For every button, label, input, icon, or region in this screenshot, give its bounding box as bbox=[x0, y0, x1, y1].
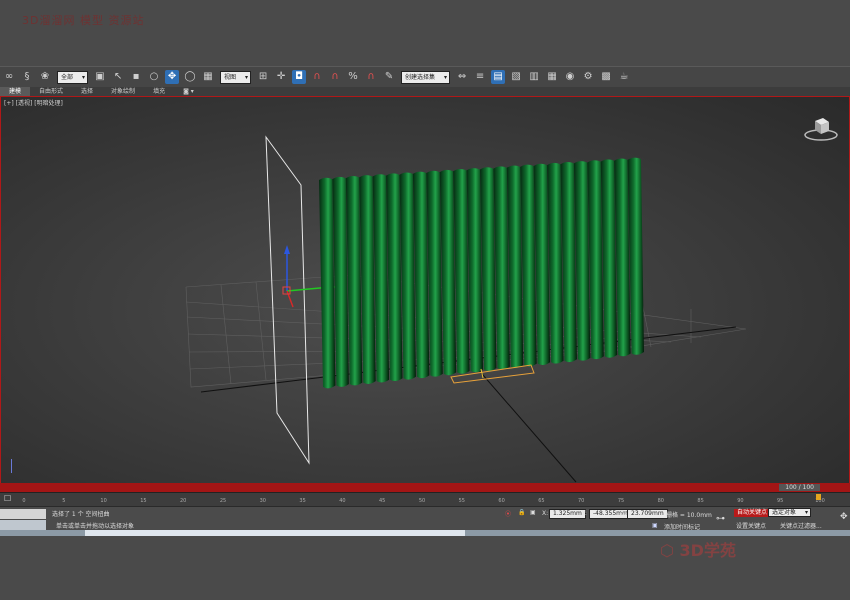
y-label: Y: bbox=[582, 510, 587, 517]
named-selection-dropdown[interactable]: 创建选择集 bbox=[401, 70, 451, 84]
timeline-tick-label: 10 bbox=[100, 498, 107, 504]
tab-object-paint[interactable]: 对象绘制 bbox=[102, 87, 144, 96]
material-editor-icon[interactable]: ◉ bbox=[563, 70, 577, 84]
percent-snap-icon[interactable]: % bbox=[346, 70, 360, 84]
timeline-tick-label: 80 bbox=[657, 498, 664, 504]
axis-tripod-icon bbox=[11, 459, 12, 473]
select-object-icon[interactable]: ▣ bbox=[93, 70, 107, 84]
auto-key-button[interactable]: 自动关键点 bbox=[734, 509, 771, 517]
timeline-tick-label: 15 bbox=[140, 498, 147, 504]
selected-objects-dropdown[interactable]: 选定对象 bbox=[768, 508, 812, 517]
link-icon[interactable]: ∞ bbox=[2, 70, 16, 84]
windows-taskbar bbox=[0, 530, 850, 536]
timeline-tick-label: 0 bbox=[22, 498, 26, 504]
timeline-tick-label: 20 bbox=[180, 498, 187, 504]
rect-region-icon[interactable]: ▪ bbox=[129, 70, 143, 84]
curtain-pleat[interactable] bbox=[319, 177, 336, 389]
navigation-icon[interactable]: ✥ bbox=[840, 512, 848, 522]
align-icon[interactable]: ≡ bbox=[473, 70, 487, 84]
timeline-tick-label: 5 bbox=[62, 498, 66, 504]
frame-counter[interactable]: 100 / 100 bbox=[779, 484, 820, 491]
selection-filter-dropdown[interactable]: 全部 bbox=[57, 70, 89, 84]
mirror-icon[interactable]: ⇔ bbox=[455, 70, 469, 84]
tab-freeform[interactable]: 自由形式 bbox=[30, 87, 72, 96]
watermark-logo: ⬡ 3D学苑 bbox=[660, 537, 736, 561]
ribbon-tabs: 建模 自由形式 选择 对象绘制 填充 ◙ ▾ bbox=[0, 87, 850, 96]
timeline-tick-label: 55 bbox=[458, 498, 465, 504]
spinner-snap-icon[interactable]: ∩ bbox=[364, 70, 378, 84]
pivot-icon[interactable]: ⊞ bbox=[256, 70, 270, 84]
render-setup-icon[interactable]: ⚙ bbox=[581, 70, 595, 84]
timeline-tick-label: 95 bbox=[777, 498, 784, 504]
selection-lock-icon[interactable]: 🔒 bbox=[518, 509, 525, 516]
timeline-tick-label: 25 bbox=[219, 498, 227, 504]
render-production-icon[interactable]: ☕ bbox=[617, 70, 631, 84]
unlink-icon[interactable]: § bbox=[20, 70, 34, 84]
status-message: 选择了 1 个 空间扭曲 bbox=[52, 511, 110, 518]
select-move-icon[interactable]: ✥ bbox=[165, 70, 180, 84]
timeline-tick-label: 30 bbox=[259, 498, 266, 504]
timeline-tick-label: 40 bbox=[339, 498, 346, 504]
angle-snap-icon[interactable]: ∩ bbox=[328, 70, 342, 84]
curtain-mesh[interactable] bbox=[319, 157, 644, 389]
bind-spacewarp-icon[interactable]: ❀ bbox=[38, 70, 52, 84]
wave-spacewarp-gizmo bbox=[265, 135, 310, 465]
timeline-tick-label: 90 bbox=[737, 498, 744, 504]
tab-populate[interactable]: 填充 bbox=[144, 87, 174, 96]
timeline-tick-label: 70 bbox=[578, 498, 585, 504]
graphite-toggle-icon[interactable]: ▧ bbox=[509, 70, 523, 84]
timeline-tick-label: 50 bbox=[418, 498, 426, 504]
status-bar: 选择了 1 个 空间扭曲 单击或单击并拖动以选择对象 ⦿ 🔒 ▣ X: 1.32… bbox=[0, 506, 850, 531]
layer-manager-icon[interactable]: ▤ bbox=[491, 70, 506, 84]
absolute-mode-icon[interactable]: ▣ bbox=[530, 509, 536, 516]
viewcube[interactable] bbox=[803, 113, 839, 145]
main-toolbar: ∞ § ❀ 全部 ▣ ↖ ▪ ○ ✥ ◯ ▦ 视图 ⊞ ✛ ◘ ∩ ∩ % ∩ … bbox=[0, 66, 850, 88]
taskbar-apps[interactable] bbox=[85, 530, 465, 536]
z-label: Z: bbox=[620, 510, 627, 517]
z-coordinate-field[interactable]: 23.709mm bbox=[627, 509, 668, 519]
isolate-selection-icon[interactable]: ⦿ bbox=[505, 509, 511, 518]
maxscript-listener[interactable] bbox=[0, 509, 46, 519]
watermark-logo-text: 3D学苑 bbox=[679, 541, 736, 560]
curve-editor-icon[interactable]: ▥ bbox=[527, 70, 541, 84]
keyboard-shortcut-icon[interactable]: ◘ bbox=[292, 70, 307, 84]
maxscript-mini-listener[interactable] bbox=[0, 520, 46, 530]
set-key-icon[interactable]: ⊶ bbox=[716, 514, 725, 524]
scene-canvas[interactable] bbox=[1, 97, 849, 483]
time-tag-icon[interactable]: ▣ bbox=[652, 522, 658, 529]
x-coordinate-field[interactable]: 1.325mm bbox=[549, 509, 586, 519]
ribbon-options-icon[interactable]: ◙ ▾ bbox=[174, 87, 203, 96]
timeline-tick-label: 45 bbox=[379, 498, 386, 504]
reference-coordinate-dropdown[interactable]: 视图 bbox=[220, 70, 252, 84]
tab-selection[interactable]: 选择 bbox=[72, 87, 102, 96]
timeline-tick-label: 35 bbox=[299, 498, 306, 504]
watermark-cube-icon: ⬡ bbox=[660, 541, 674, 560]
timeline-tick-label: 85 bbox=[697, 498, 704, 504]
set-key-button[interactable]: 设置关键点 bbox=[736, 521, 766, 530]
manipulate-icon[interactable]: ✛ bbox=[274, 70, 288, 84]
key-marker bbox=[816, 494, 821, 500]
select-by-name-icon[interactable]: ↖ bbox=[111, 70, 125, 84]
timeline-tick-label: 60 bbox=[498, 498, 505, 504]
perspective-viewport[interactable]: [+] [透视] [明暗处理] bbox=[0, 96, 850, 484]
timeline-tick-label: 65 bbox=[538, 498, 545, 504]
watermark-text: 3D溜溜网 模型 资源站 bbox=[22, 14, 145, 27]
schematic-view-icon[interactable]: ▦ bbox=[545, 70, 559, 84]
snap-toggle-icon[interactable]: ∩ bbox=[310, 70, 324, 84]
scale-icon[interactable]: ▦ bbox=[201, 70, 215, 84]
grid-size-readout: 栅格 = 10.0mm bbox=[666, 512, 712, 519]
edit-named-selection-icon[interactable]: ✎ bbox=[382, 70, 396, 84]
rotate-icon[interactable]: ◯ bbox=[183, 70, 197, 84]
track-bar[interactable]: ☐ 0 5 10 15 20 25 30 35 40 45 50 55 60 65 70 75 80 85 90 95… bbox=[0, 492, 850, 507]
rendered-frame-icon[interactable]: ▩ bbox=[599, 70, 613, 84]
prompt-line: 单击或单击并拖动以选择对象 bbox=[56, 523, 135, 530]
window-crossing-icon[interactable]: ○ bbox=[147, 70, 161, 84]
x-label: X: bbox=[542, 510, 549, 517]
timeline-tick-label: 75 bbox=[617, 498, 625, 504]
key-filters-button[interactable]: 关键点过滤器... bbox=[780, 521, 822, 530]
tab-modeling[interactable]: 建模 bbox=[0, 87, 31, 96]
mini-curve-editor-icon[interactable]: ☐ bbox=[4, 494, 11, 503]
time-slider[interactable]: 100 / 100 bbox=[0, 483, 850, 492]
